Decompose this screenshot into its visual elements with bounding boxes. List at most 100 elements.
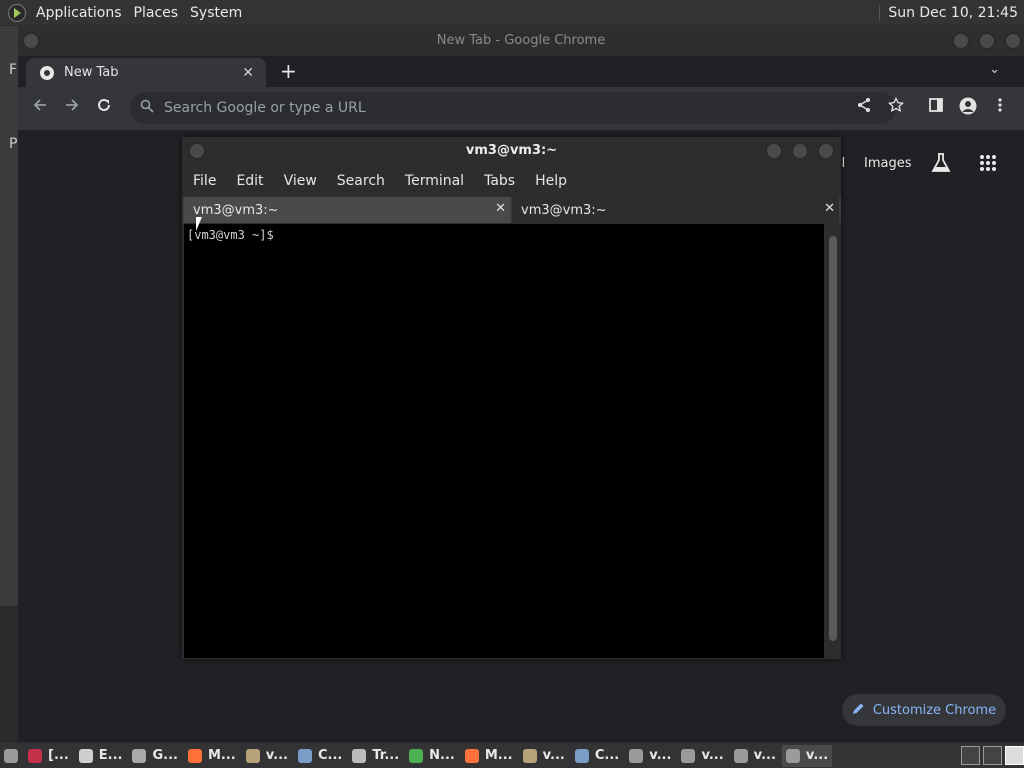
terminal-tabbar: vm3@vm3:~ ✕ vm3@vm3:~ ✕ (182, 197, 841, 223)
menu-edit[interactable]: Edit (236, 173, 263, 189)
side-panel-icon[interactable] (928, 97, 944, 117)
task-app-icon (681, 748, 696, 763)
mouse-pointer-icon (196, 217, 208, 231)
task-label: v... (805, 748, 829, 763)
terminal-tab-1-label: vm3@vm3:~ (193, 202, 279, 218)
chrome-icon (40, 65, 54, 80)
new-tab-button[interactable]: + (280, 59, 297, 83)
omnibox-placeholder: Search Google or type a URL (164, 100, 366, 116)
apps-grid-icon[interactable] (979, 154, 997, 176)
chrome-window-title: New Tab - Google Chrome (436, 33, 606, 48)
taskbar-task-button[interactable]: M... (461, 745, 517, 767)
terminal-tab-1[interactable]: vm3@vm3:~ ✕ (184, 197, 510, 223)
taskbar-task-button[interactable]: Tr... (348, 745, 403, 767)
workspace-2[interactable] (983, 746, 1002, 765)
reload-icon[interactable] (96, 97, 112, 118)
share-icon[interactable] (856, 97, 872, 117)
terminal-output[interactable]: [vm3@vm3 ~]$ (184, 224, 824, 658)
terminal-tab-2[interactable]: vm3@vm3:~ ✕ (512, 197, 839, 223)
task-app-icon (78, 748, 93, 763)
chrome-tabstrip: New Tab ✕ + ⌄ (18, 56, 1024, 87)
taskbar-task-button[interactable]: v... (677, 745, 727, 767)
taskbar-task-button[interactable]: M... (184, 745, 240, 767)
task-app-icon (132, 748, 147, 763)
places-menu[interactable]: Places (128, 5, 185, 21)
taskbar-task-button[interactable]: v... (242, 745, 292, 767)
task-app-icon (629, 748, 644, 763)
task-app-icon (245, 748, 260, 763)
terminal-window: vm3@vm3:~ File Edit View Search Terminal… (182, 137, 841, 659)
terminal-scrollbar-thumb[interactable] (829, 236, 837, 641)
window-menu-button[interactable] (22, 32, 40, 50)
task-app-icon (522, 748, 537, 763)
forward-icon[interactable] (64, 97, 80, 118)
labs-flask-icon[interactable] (930, 152, 952, 178)
gnome-foot-icon[interactable] (8, 3, 26, 22)
task-label: v... (265, 748, 288, 763)
tab-new-tab[interactable]: New Tab ✕ (26, 58, 266, 87)
taskbar-task-button[interactable]: v... (625, 745, 675, 767)
customize-chrome-label: Customize Chrome (872, 702, 997, 718)
taskbar-task-button[interactable]: [... (24, 745, 73, 767)
task-label: C... (594, 748, 620, 763)
menu-view[interactable]: View (284, 173, 317, 189)
chrome-titlebar[interactable]: New Tab - Google Chrome (18, 26, 1024, 56)
clock[interactable]: Sun Dec 10, 21:45 (879, 4, 1024, 21)
close-button[interactable] (1004, 32, 1022, 50)
pencil-icon (852, 702, 865, 719)
task-label: E... (98, 748, 123, 763)
menu-file[interactable]: File (193, 173, 216, 189)
top-panel: Applications Places System Sun Dec 10, 2… (0, 0, 1024, 25)
tab-close-icon[interactable]: ✕ (242, 65, 254, 81)
tab-title: New Tab (64, 65, 119, 80)
images-link[interactable]: Images (864, 156, 912, 171)
profile-icon[interactable] (959, 97, 977, 119)
task-app-icon (28, 748, 42, 763)
workspace-3[interactable] (1005, 746, 1024, 765)
terminal-minimize-button[interactable] (765, 142, 783, 160)
chrome-toolbar: Search Google or type a URL (18, 87, 1024, 130)
back-icon[interactable] (32, 97, 48, 118)
taskbar-task-button[interactable]: v... (730, 745, 780, 767)
terminal-tab-1-close-icon[interactable]: ✕ (495, 201, 506, 216)
kebab-menu-icon[interactable] (997, 97, 1003, 117)
terminal-close-button[interactable] (817, 142, 835, 160)
task-label: M... (484, 748, 513, 763)
task-label: Tr... (372, 748, 400, 763)
taskbar-task-button[interactable]: C... (294, 745, 346, 767)
menu-search[interactable]: Search (337, 173, 385, 189)
taskbar-task-button[interactable]: v... (781, 744, 833, 767)
task-label: v... (649, 748, 672, 763)
taskbar-task-button[interactable]: C... (571, 745, 623, 767)
minimize-button[interactable] (952, 32, 970, 50)
menu-tabs[interactable]: Tabs (484, 173, 515, 189)
maximize-button[interactable] (978, 32, 996, 50)
terminal-menubar: File Edit View Search Terminal Tabs Help (182, 165, 841, 197)
tab-search-button[interactable]: ⌄ (989, 62, 1000, 77)
applications-menu[interactable]: Applications (30, 5, 128, 21)
terminal-maximize-button[interactable] (791, 142, 809, 160)
taskbar-task-button[interactable]: v... (519, 745, 569, 767)
terminal-window-title: vm3@vm3:~ (465, 143, 558, 158)
bg-letter-p: P (9, 136, 18, 152)
menu-help[interactable]: Help (535, 173, 567, 189)
terminal-tab-2-label: vm3@vm3:~ (521, 202, 607, 218)
desktop-icon (4, 748, 18, 763)
menu-terminal[interactable]: Terminal (405, 173, 464, 189)
task-app-icon (409, 748, 424, 763)
terminal-tab-2-close-icon[interactable]: ✕ (824, 201, 835, 216)
taskbar-task-button[interactable]: E... (75, 745, 127, 767)
task-label: M... (207, 748, 236, 763)
background-window-edge[interactable]: F P (0, 26, 19, 606)
terminal-scrollbar[interactable] (827, 224, 839, 658)
bookmark-star-icon[interactable] (887, 96, 905, 117)
customize-chrome-button[interactable]: Customize Chrome (842, 694, 1006, 726)
workspace-1[interactable] (961, 746, 980, 765)
taskbar-task-button[interactable]: G... (128, 745, 182, 767)
terminal-window-menu-button[interactable] (188, 142, 206, 160)
omnibox[interactable]: Search Google or type a URL (130, 92, 896, 124)
show-desktop-button[interactable] (0, 745, 22, 767)
taskbar-task-button[interactable]: N... (405, 745, 459, 767)
terminal-titlebar[interactable]: vm3@vm3:~ (182, 137, 841, 165)
system-menu[interactable]: System (184, 5, 248, 21)
